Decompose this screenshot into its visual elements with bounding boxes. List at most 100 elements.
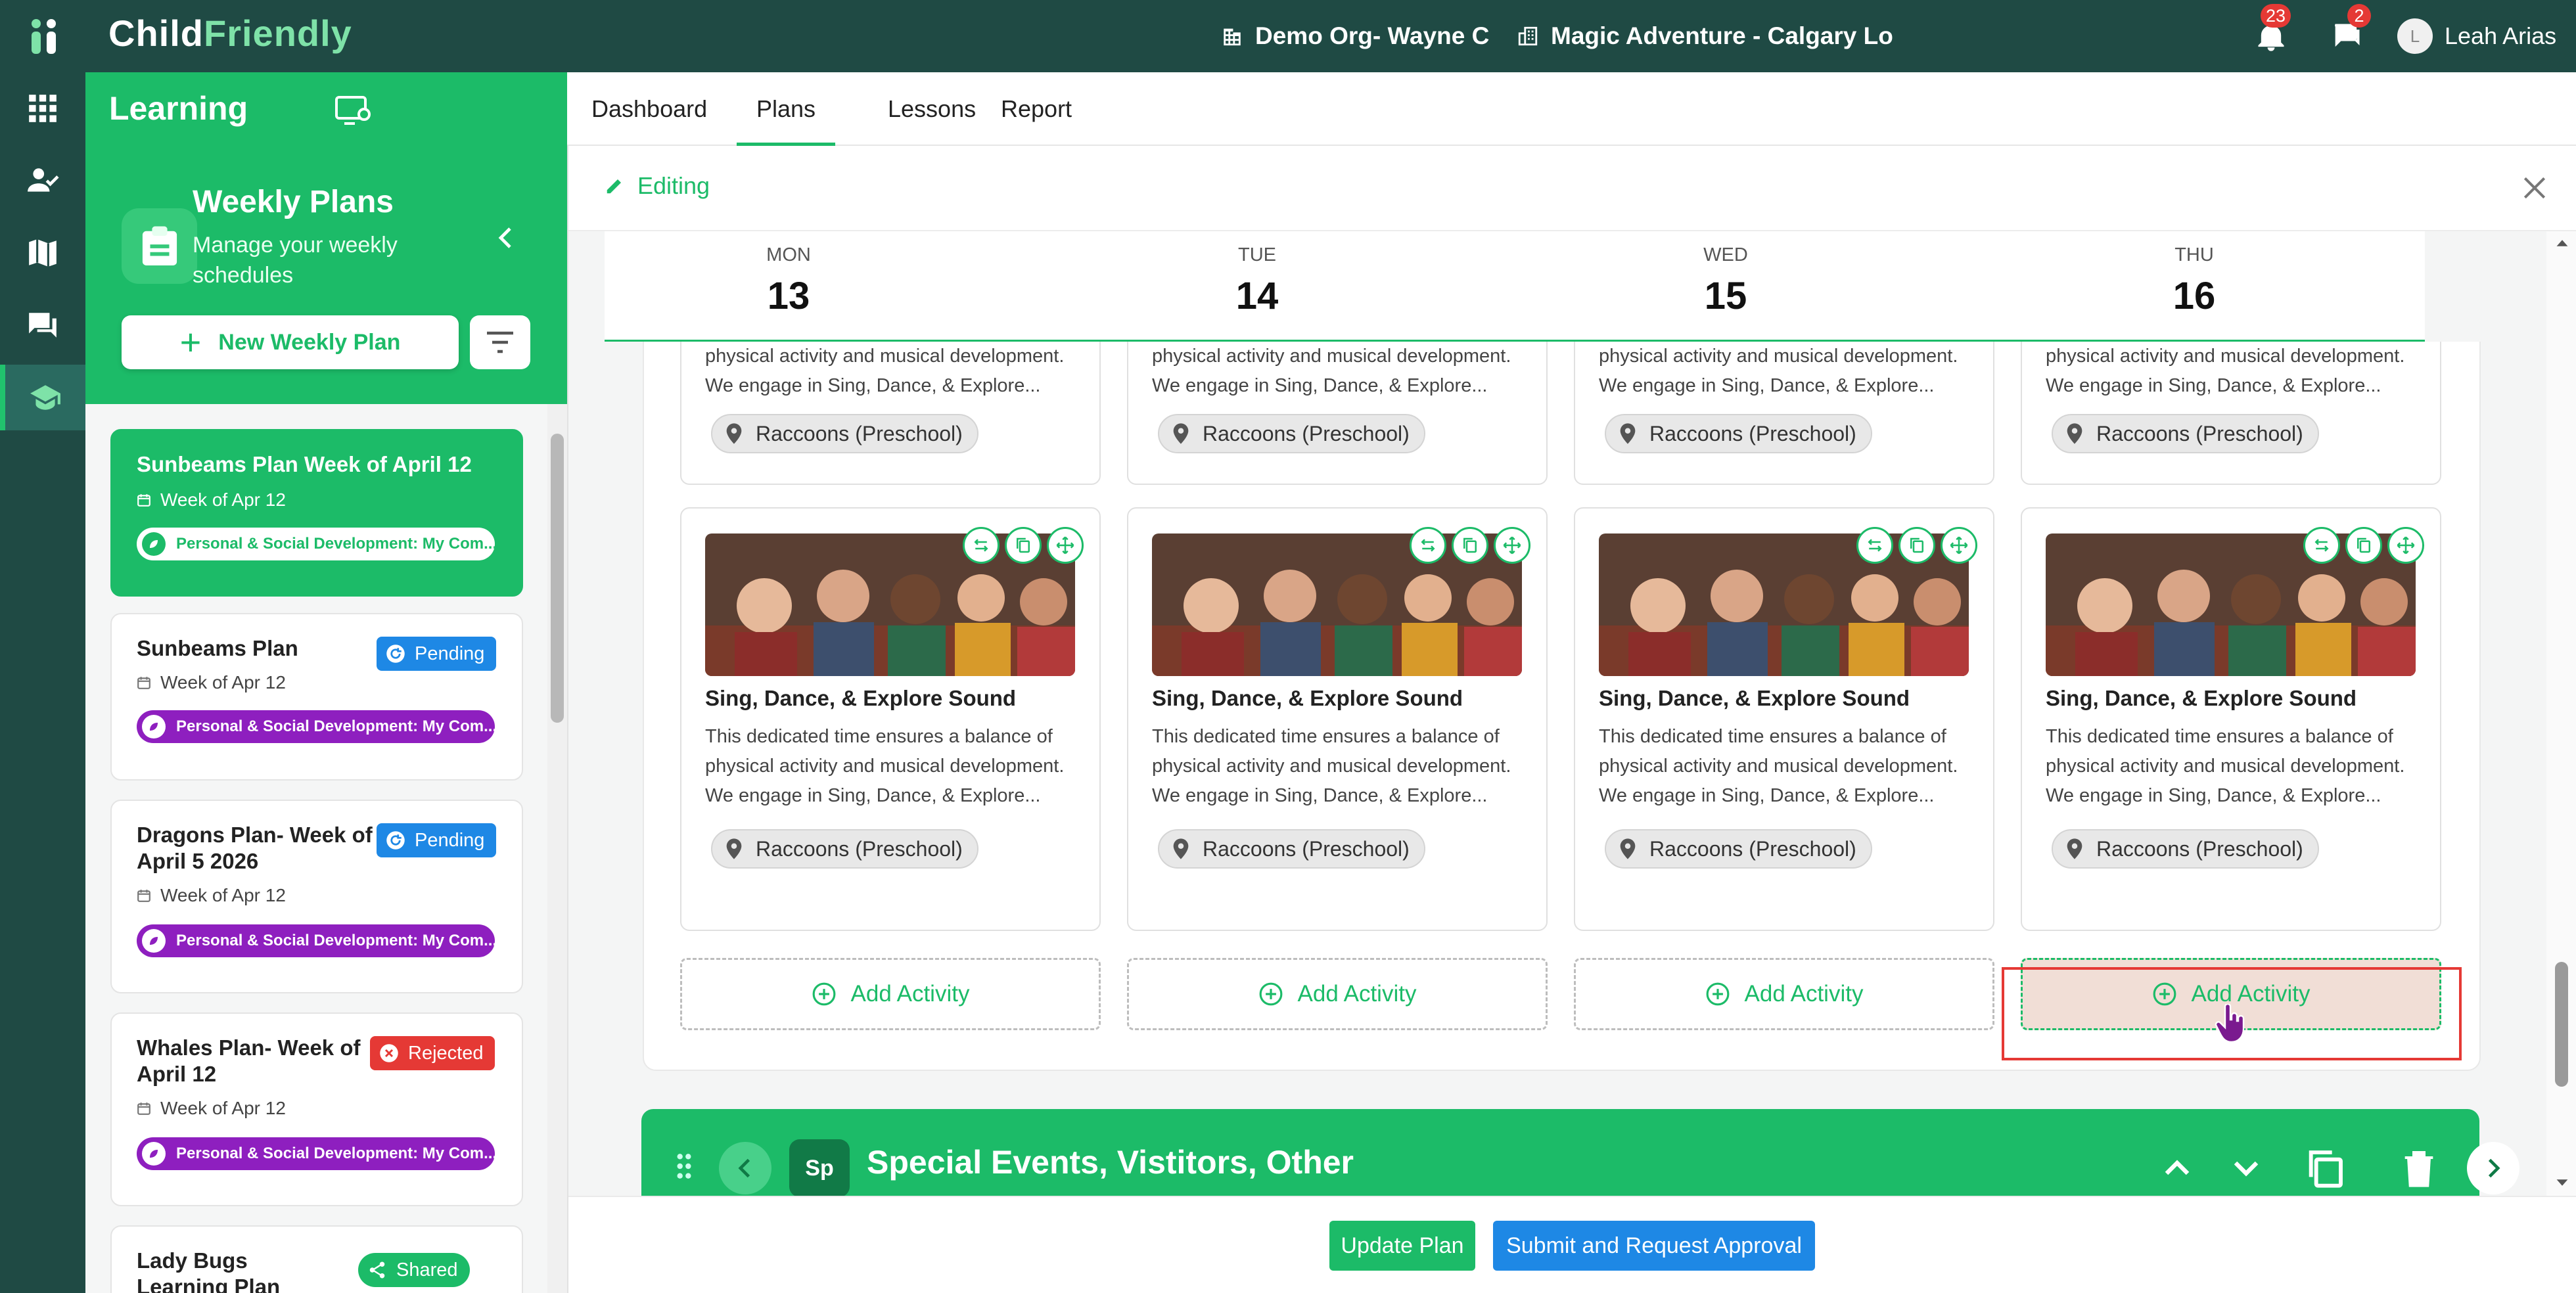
chevron-up-icon[interactable] — [2156, 1147, 2198, 1189]
chevron-left-icon[interactable] — [493, 225, 519, 251]
plan-week: Week of Apr 12 — [137, 672, 286, 693]
notifications-badge: 23 — [2261, 4, 2291, 28]
user-name[interactable]: Leah Arias — [2445, 22, 2556, 50]
plus-icon: + — [179, 321, 202, 363]
section-badge: Sp — [789, 1139, 850, 1196]
move-arrows-icon — [1950, 536, 1968, 555]
copy-icon — [2357, 537, 2370, 553]
activity-description: This dedicated time ensures a balance of… — [1599, 726, 1958, 806]
plan-card[interactable]: Dragons Plan- Week of April 5 2026 Pendi… — [110, 800, 523, 993]
add-activity-button[interactable]: Add Activity — [680, 958, 1101, 1030]
drag-button[interactable] — [1494, 527, 1530, 564]
swap-icon — [2314, 539, 2329, 552]
activity-description: This dedicated time ensures a balance of… — [1152, 726, 1511, 806]
duplicate-button[interactable] — [1898, 527, 1935, 564]
update-plan-button[interactable]: Update Plan — [1329, 1221, 1475, 1271]
filter-button[interactable] — [470, 315, 530, 369]
tab-plans[interactable]: Plans — [737, 72, 836, 146]
center-selector[interactable]: Magic Adventure - Calgary Lo — [1517, 0, 1893, 72]
refresh-icon — [386, 831, 405, 850]
plan-card[interactable]: Lady Bugs Learning Plan Shared — [110, 1225, 523, 1293]
rail-learning[interactable] — [0, 365, 85, 430]
move-button[interactable] — [1856, 527, 1893, 564]
duplicate-button[interactable] — [2345, 527, 2382, 564]
rail-attendance[interactable] — [0, 148, 85, 214]
plan-card[interactable]: Sunbeams Plan Pending Week of Apr 12 Per… — [110, 613, 523, 781]
brand-name[interactable]: ChildFriendly — [108, 12, 352, 55]
org-selector[interactable]: Demo Org- Wayne C — [1221, 0, 1489, 72]
close-icon[interactable] — [2520, 173, 2549, 202]
activity-card[interactable]: physical activity and musical developmen… — [1574, 342, 1994, 485]
location-pin-icon — [726, 838, 742, 859]
filter-icon — [487, 331, 513, 353]
editor-scrollbar[interactable] — [2546, 231, 2576, 1196]
top-bar: ChildFriendly Demo Org- Wayne C Magic Ad… — [0, 0, 2576, 72]
leaf-icon — [142, 532, 166, 556]
activity-card[interactable]: Sing, Dance, & Explore Sound This dedicat… — [2021, 507, 2441, 931]
x-circle-icon — [380, 1044, 398, 1062]
activity-tools — [1404, 527, 1530, 564]
calendar-icon — [137, 1102, 150, 1115]
move-button[interactable] — [1410, 527, 1446, 564]
calendar-icon — [137, 494, 150, 507]
activity-card[interactable]: physical activity and musical developmen… — [1127, 342, 1548, 485]
plan-card[interactable]: Whales Plan- Week of April 12 Rejected W… — [110, 1012, 523, 1206]
messages-badge: 2 — [2347, 4, 2371, 28]
activity-card[interactable]: physical activity and musical developmen… — [680, 342, 1101, 485]
section-special-events: Sp Special Events, Vistitors, Other — [641, 1109, 2519, 1196]
plan-title: Dragons Plan- Week of April 5 2026 — [137, 823, 373, 873]
location-pill: Raccoons (Preschool) — [711, 414, 978, 453]
status-badge: Pending — [377, 823, 497, 857]
next-section-button[interactable] — [2467, 1142, 2519, 1194]
submit-approval-button[interactable]: Submit and Request Approval — [1493, 1221, 1815, 1271]
center-name: Magic Adventure - Calgary Lo — [1551, 22, 1893, 49]
plan-list-scrollbar[interactable] — [547, 404, 567, 1293]
trash-icon[interactable] — [2398, 1147, 2440, 1189]
rail-curriculum[interactable] — [0, 220, 85, 286]
move-arrows-icon — [1056, 536, 1074, 555]
duplicate-button[interactable] — [1005, 527, 1042, 564]
activity-card[interactable]: Sing, Dance, & Explore Sound This dedicat… — [1127, 507, 1548, 931]
plan-card[interactable]: Sunbeams Plan Week of April 12 Week of A… — [110, 429, 523, 597]
module-tabs: Dashboard Plans Lessons Report — [567, 72, 2576, 146]
move-button[interactable] — [2303, 527, 2340, 564]
activity-card[interactable]: physical activity and musical developmen… — [2021, 342, 2441, 485]
hand-cursor-icon — [2215, 1004, 2245, 1043]
avatar[interactable]: L — [2397, 18, 2433, 54]
activity-tools — [957, 527, 1084, 564]
status-badge: Rejected — [370, 1036, 495, 1070]
chevron-left-icon — [738, 1158, 750, 1178]
drag-handle-icon[interactable] — [676, 1152, 693, 1180]
location-pin-icon — [726, 423, 742, 444]
plan-tag: Personal & Social Development: My Com... — [137, 528, 495, 560]
rail-apps[interactable] — [0, 76, 85, 141]
book-map-icon — [29, 239, 57, 267]
activity-card[interactable]: Sing, Dance, & Explore Sound This dedicat… — [1574, 507, 1994, 931]
plan-list-scroll-thumb[interactable] — [551, 434, 564, 723]
drag-button[interactable] — [1047, 527, 1084, 564]
add-activity-button[interactable]: Add Activity — [1574, 958, 1994, 1030]
add-activity-button[interactable]: Add Activity — [1127, 958, 1548, 1030]
tab-dashboard[interactable]: Dashboard — [591, 72, 707, 146]
move-arrows-icon — [2397, 536, 2415, 555]
rail-messages[interactable] — [0, 292, 85, 358]
editor-scroll-thumb[interactable] — [2555, 962, 2568, 1087]
activity-description: physical activity and musical developmen… — [705, 346, 1065, 396]
plan-week: Week of Apr 12 — [137, 885, 286, 906]
copy-icon[interactable] — [2304, 1147, 2346, 1189]
tab-lessons[interactable]: Lessons — [888, 72, 976, 146]
tab-report[interactable]: Report — [1001, 72, 1072, 146]
scroll-up-icon[interactable] — [2554, 235, 2570, 251]
drag-button[interactable] — [1941, 527, 1977, 564]
app-logo-icon[interactable] — [25, 17, 63, 55]
status-badge: Pending — [377, 637, 497, 671]
duplicate-button[interactable] — [1452, 527, 1488, 564]
drag-button[interactable] — [2387, 527, 2424, 564]
prev-section-button[interactable] — [719, 1142, 771, 1194]
scroll-down-icon[interactable] — [2554, 1175, 2570, 1191]
swap-icon — [1868, 539, 1882, 552]
new-weekly-plan-button[interactable]: + New Weekly Plan — [122, 315, 459, 369]
activity-card[interactable]: Sing, Dance, & Explore Sound This dedicat… — [680, 507, 1101, 931]
move-button[interactable] — [963, 527, 1000, 564]
chevron-down-icon[interactable] — [2225, 1147, 2267, 1189]
